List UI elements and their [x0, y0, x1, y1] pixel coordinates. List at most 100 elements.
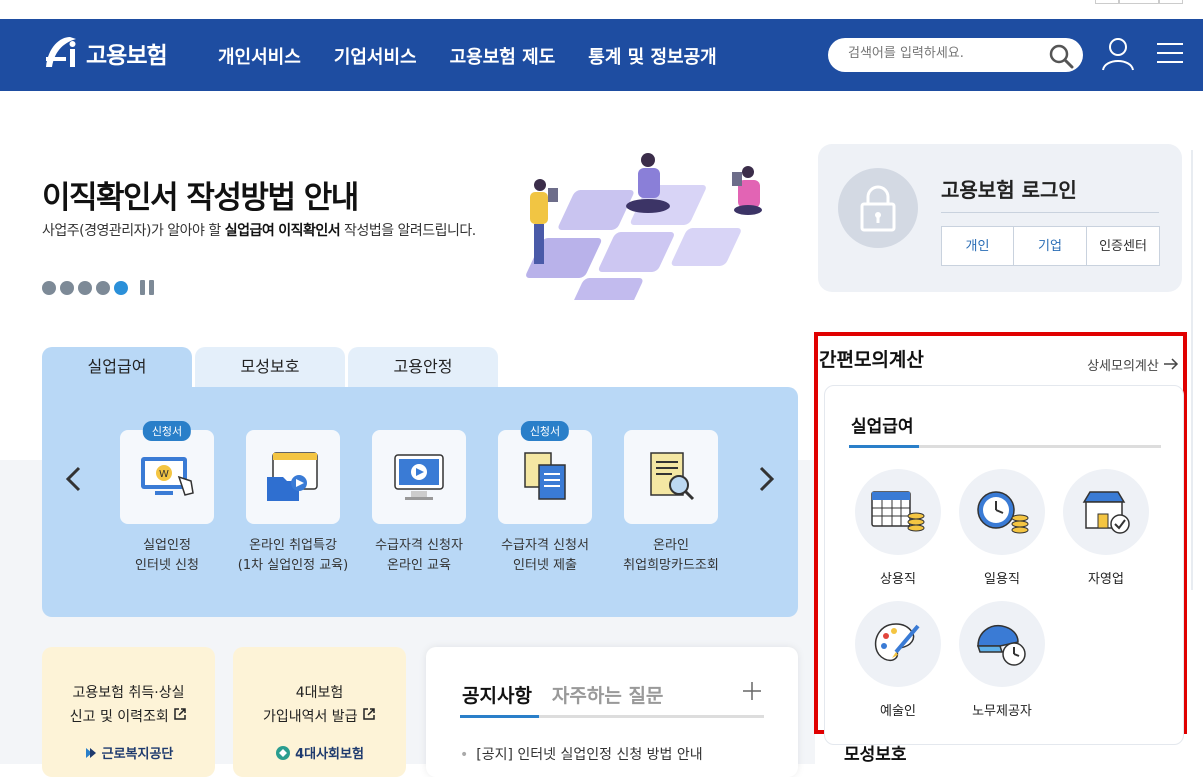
kcomwel-logo-icon — [85, 747, 96, 758]
notice-panel: 공지사항 자주하는 질문 • [공지] 인터넷 실업인정 신청 방법 안내 — [426, 647, 798, 777]
slide-dot[interactable] — [96, 280, 110, 295]
utility-button[interactable] — [1159, 0, 1183, 4]
clock-coins-icon — [977, 491, 1029, 534]
service-item[interactable]: 신청서 수급자격 신청서 인터넷 제출 — [482, 421, 608, 576]
nav-statistics[interactable]: 통계 및 정보공개 — [588, 43, 716, 69]
slide-dot[interactable] — [60, 280, 74, 295]
service-item[interactable]: 수급자격 신청자 온라인 교육 — [356, 430, 482, 576]
site-header: 고용보험 개인서비스 기업서비스 고용보험 제도 통계 및 정보공개 — [0, 19, 1203, 91]
site-logo[interactable]: 고용보험 — [42, 33, 168, 73]
service-label: 실업인정 — [143, 538, 191, 553]
chevron-left-icon[interactable] — [64, 465, 84, 500]
service-label: 온라인 — [653, 538, 689, 553]
card-line: 고용보험 취득·상실 — [72, 685, 185, 701]
calc-item-label: 상용직 — [880, 572, 916, 587]
search-input[interactable] — [848, 46, 1038, 61]
tab-notice[interactable]: 공지사항 — [462, 685, 532, 707]
detailed-calculator-link[interactable]: 상세모의계산 — [1087, 355, 1179, 374]
scroll-edge — [1191, 150, 1193, 590]
service-label: 인터넷 제출 — [513, 558, 577, 573]
calc-item-label: 예술인 — [880, 704, 916, 719]
calculator-title: 간편모의계산 — [819, 349, 924, 371]
computer-coin-icon: W — [141, 457, 194, 496]
application-badge: 신청서 — [142, 421, 192, 441]
arrow-right-icon — [1164, 358, 1179, 370]
calc-labor-provider[interactable]: 노무제공자 — [957, 601, 1047, 719]
login-personal-button[interactable]: 개인 — [941, 226, 1014, 266]
calc-item-label: 자영업 — [1088, 572, 1124, 587]
service-label: (1차 실업인정 교육) — [237, 558, 349, 573]
slide-dot[interactable] — [42, 280, 56, 295]
utility-button[interactable] — [1119, 0, 1159, 4]
plus-icon[interactable] — [742, 679, 762, 707]
slide-dot-active[interactable] — [114, 280, 128, 295]
tab-employment-stability[interactable]: 고용안정 — [348, 347, 498, 387]
service-item[interactable]: 신청서 W 실업인정 인터넷 신청 — [104, 421, 230, 576]
org-logo: 4대사회보험 — [233, 743, 406, 762]
document-search-icon — [650, 452, 695, 501]
service-label: 온라인 취업특강 — [249, 538, 337, 553]
login-title: 고용보험 로그인 — [941, 178, 1077, 202]
user-icon[interactable] — [1101, 36, 1135, 76]
palette-brush-icon — [874, 623, 920, 662]
calc-item-label: 일용직 — [984, 572, 1020, 587]
quick-link-card[interactable]: 고용보험 취득·상실 신고 및 이력조회 근로복지공단 — [42, 647, 215, 777]
slide-dot[interactable] — [78, 280, 92, 295]
search-icon[interactable] — [1048, 43, 1074, 73]
service-item[interactable]: 온라인 취업특강 (1차 실업인정 교육) — [230, 430, 356, 576]
chevron-right-icon[interactable] — [756, 465, 776, 500]
search-box — [828, 38, 1083, 72]
calc-item-label: 노무제공자 — [972, 704, 1032, 719]
video-folder-icon — [267, 452, 318, 501]
org-logo: 근로복지공단 — [42, 743, 215, 762]
calc-regular-worker[interactable]: 상용직 — [853, 469, 943, 587]
calc-daily-worker[interactable]: 일용직 — [957, 469, 1047, 587]
4insure-logo-icon — [276, 745, 291, 760]
service-label: 인터넷 신청 — [135, 558, 199, 573]
certificate-center-button[interactable]: 인증센터 — [1087, 226, 1160, 266]
calendar-coins-icon — [871, 491, 925, 532]
service-label: 수급자격 신청자 — [375, 538, 463, 553]
service-label: 온라인 교육 — [387, 558, 451, 573]
slide-indicator — [42, 280, 154, 295]
tab-faq[interactable]: 자주하는 질문 — [552, 685, 664, 707]
simple-calculator-section: 간편모의계산 상세모의계산 실업급여 상용직 일용직 자영업 예술인 노무제공자 — [814, 332, 1187, 745]
next-section-title: 모성보호 — [844, 745, 907, 765]
menu-icon[interactable] — [1156, 41, 1184, 69]
login-panel: 고용보험 로그인 개인 기업 인증센터 — [818, 144, 1182, 292]
tab-unemployment-benefit[interactable]: 실업급여 — [42, 347, 192, 387]
utility-button[interactable] — [1095, 0, 1119, 4]
lock-icon — [838, 168, 918, 248]
nav-insurance-system[interactable]: 고용보험 제도 — [450, 43, 556, 69]
calculator-card: 실업급여 상용직 일용직 자영업 예술인 노무제공자 — [824, 385, 1184, 745]
external-link-icon — [363, 708, 375, 720]
documents-icon — [524, 452, 566, 500]
service-label: 취업희망카드조회 — [623, 558, 719, 573]
external-link-icon — [174, 708, 186, 720]
service-tab-panel: 신청서 W 실업인정 인터넷 신청 온라인 취업특강 (1차 실업인정 교육) — [42, 387, 798, 617]
main-nav: 개인서비스 기업서비스 고용보험 제도 통계 및 정보공개 — [218, 43, 750, 69]
hero-title[interactable]: 이직확인서 작성방법 안내 — [42, 172, 359, 217]
svg-text:W: W — [159, 469, 169, 480]
service-tabs: 실업급여 모성보호 고용안정 — [42, 347, 498, 387]
nav-business-service[interactable]: 기업서비스 — [334, 43, 417, 69]
calc-self-employed[interactable]: 자영업 — [1061, 469, 1151, 587]
nav-personal-service[interactable]: 개인서비스 — [218, 43, 301, 69]
card-line: 4대보험 — [295, 685, 344, 701]
calculator-section-title: 실업급여 — [851, 417, 914, 437]
logo-text: 고용보험 — [86, 43, 168, 69]
store-check-icon — [1082, 491, 1130, 534]
hero-subtitle: 사업주(경영관리자)가 알아야 할 실업급여 이직확인서 작성법을 알려드립니다… — [42, 223, 476, 239]
service-item[interactable]: 온라인 취업희망카드조회 — [608, 430, 734, 576]
card-line: 가입내역서 발급 — [233, 705, 406, 729]
pause-icon[interactable] — [140, 280, 154, 295]
monitor-play-icon — [394, 454, 444, 500]
login-business-button[interactable]: 기업 — [1014, 226, 1087, 266]
notice-item[interactable]: • [공지] 인터넷 실업인정 신청 방법 안내 — [460, 744, 703, 764]
logo-mark-icon — [42, 33, 82, 73]
calc-artist[interactable]: 예술인 — [853, 601, 943, 719]
tab-maternity-protection[interactable]: 모성보호 — [195, 347, 345, 387]
service-label: 수급자격 신청서 — [501, 538, 589, 553]
card-line: 신고 및 이력조회 — [42, 705, 215, 729]
quick-link-card[interactable]: 4대보험 가입내역서 발급 4대사회보험 — [233, 647, 406, 777]
